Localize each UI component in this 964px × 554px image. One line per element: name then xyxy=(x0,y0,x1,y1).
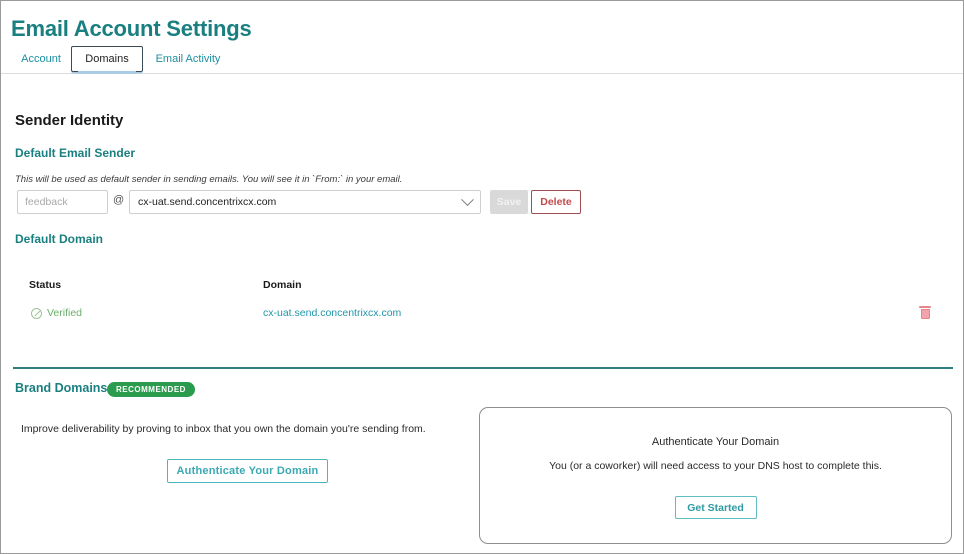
page-title: Email Account Settings xyxy=(11,15,252,41)
tab-account[interactable]: Account xyxy=(17,46,65,72)
tab-account-label: Account xyxy=(21,53,61,65)
email-account-settings-page: Email Account Settings Account Domains E… xyxy=(0,0,964,554)
section-divider xyxy=(13,367,953,369)
status-badge: Verified xyxy=(47,307,83,319)
default-email-sender-heading: Default Email Sender xyxy=(15,146,136,160)
default-domain-table: Status Domain Verified cx-uat.send.conce… xyxy=(1,279,963,335)
save-button[interactable]: Save xyxy=(490,190,528,214)
tab-email-activity[interactable]: Email Activity xyxy=(149,46,227,72)
tab-bar: Account Domains Email Activity xyxy=(1,46,963,74)
brand-domains-heading: Brand Domains xyxy=(15,381,108,395)
trash-icon[interactable] xyxy=(919,306,931,320)
table-header-row: Status Domain xyxy=(1,279,963,301)
default-email-sender-helper-text: This will be used as default sender in s… xyxy=(15,174,403,185)
tab-email-activity-label: Email Activity xyxy=(155,53,221,65)
cell-domain-link[interactable]: cx-uat.send.concentrixcx.com xyxy=(263,307,401,319)
sender-domain-select-value: cx-uat.send.concentrixcx.com xyxy=(138,196,277,208)
brand-domains-description: Improve deliverability by proving to inb… xyxy=(21,423,426,435)
default-domain-heading: Default Domain xyxy=(15,232,104,246)
authenticate-your-domain-button[interactable]: Authenticate Your Domain xyxy=(167,459,328,483)
trash-lid xyxy=(919,306,931,309)
get-started-button[interactable]: Get Started xyxy=(674,496,757,519)
column-header-status: Status xyxy=(29,279,62,291)
sender-local-part-input[interactable] xyxy=(17,190,108,214)
delete-button[interactable]: Delete xyxy=(531,190,581,214)
recommended-badge: RECOMMENDED xyxy=(107,382,195,397)
chevron-down-icon xyxy=(461,192,474,206)
column-header-domain: Domain xyxy=(263,279,302,291)
verified-check-circle-icon xyxy=(31,307,42,319)
at-symbol: @ xyxy=(113,194,125,206)
authenticate-domain-card: Authenticate Your Domain You (or a cowor… xyxy=(479,407,952,544)
cell-status: Verified xyxy=(31,307,82,319)
trash-body xyxy=(920,309,930,319)
tab-domains[interactable]: Domains xyxy=(71,46,143,74)
authenticate-domain-card-title: Authenticate Your Domain xyxy=(651,436,780,448)
authenticate-domain-card-subtitle: You (or a coworker) will need access to … xyxy=(549,460,882,472)
tab-domains-label: Domains xyxy=(85,53,129,65)
sender-domain-select[interactable]: cx-uat.send.concentrixcx.com xyxy=(129,190,481,214)
sender-identity-heading: Sender Identity xyxy=(15,112,124,129)
table-row: Verified cx-uat.send.concentrixcx.com xyxy=(1,301,963,335)
